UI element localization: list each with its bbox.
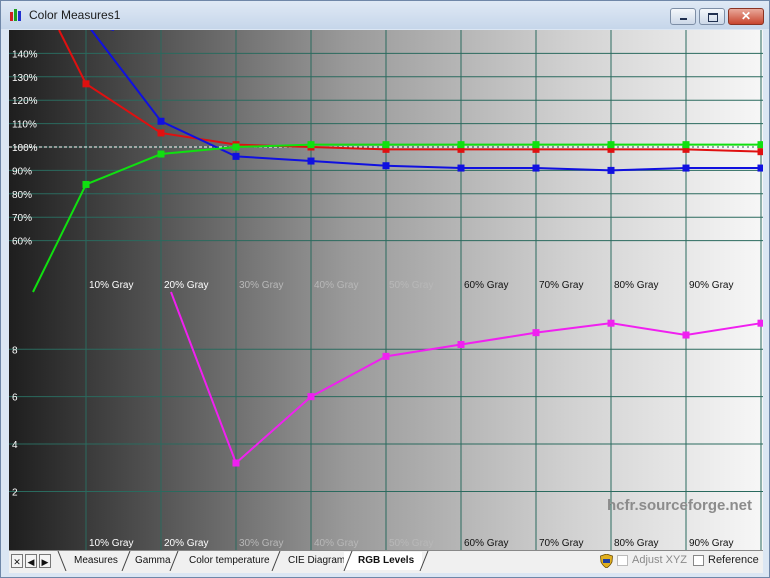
data-point [307, 157, 315, 165]
reference-checkbox[interactable] [693, 555, 704, 566]
chart-svg: 140% 130% 120% 110% 100% 90% 80% 70% 60% 10% Gray… [9, 30, 763, 550]
data-point [757, 148, 763, 156]
data-point [232, 459, 240, 467]
x-tick-label: 20% Gray [164, 280, 208, 291]
x-tick-label: 20% Gray [164, 538, 208, 549]
adjust-xyz-checkbox[interactable] [617, 555, 628, 566]
data-point [682, 331, 690, 339]
y-tick-label: 110% [12, 120, 37, 131]
tab-separator [343, 551, 353, 571]
reference-label: Reference [708, 554, 759, 566]
series-line [170, 291, 762, 465]
tab-measures[interactable]: Measures [60, 552, 118, 570]
data-point [757, 141, 763, 149]
x-tick-label: 90% Gray [689, 538, 733, 549]
x-tick-label: 50% Gray [389, 538, 433, 549]
y-tick-label: 2 [12, 487, 18, 498]
x-tick-label: 30% Gray [239, 280, 283, 291]
y-tick-label: 90% [12, 166, 32, 177]
data-point [82, 180, 90, 188]
data-point [757, 319, 763, 327]
data-point [232, 143, 240, 151]
data-point [757, 164, 763, 172]
data-point [307, 141, 315, 149]
watermark: hcfr.sourceforge.net [607, 497, 752, 514]
x-tick-label: 70% Gray [539, 538, 583, 549]
y-tick-label: 100% [12, 143, 38, 154]
data-point [307, 393, 315, 401]
close-icon: ✕ [740, 9, 752, 23]
rgb-levels-chart: 140% 130% 120% 110% 100% 90% 80% 70% 60% 10% Gray… [9, 30, 763, 550]
minimize-button[interactable] [670, 8, 696, 25]
tab-color-temperature[interactable]: Color temperature [175, 552, 270, 570]
x-tick-label: 50% Gray [389, 280, 433, 291]
data-point [82, 80, 90, 88]
data-point [382, 352, 390, 360]
x-tick-label: 80% Gray [614, 538, 658, 549]
maximize-button[interactable] [699, 8, 725, 25]
tab-separator [271, 551, 281, 571]
window-title: Color Measures1 [29, 8, 121, 22]
tab-separator [169, 551, 179, 571]
y-tick-label: 6 [12, 393, 18, 404]
tab-separator [121, 551, 131, 571]
data-point [457, 141, 465, 149]
x-tick-label: 10% Gray [89, 280, 133, 291]
data-point [607, 319, 615, 327]
x-tick-label: 60% Gray [464, 538, 508, 549]
data-point [532, 164, 540, 172]
data-point [682, 141, 690, 149]
adjust-xyz-label: Adjust XYZ [632, 554, 688, 566]
data-point [532, 141, 540, 149]
x-tick-label: 40% Gray [314, 538, 358, 549]
data-point [157, 129, 165, 137]
data-point [682, 164, 690, 172]
tab-rgb-levels[interactable]: RGB Levels [344, 552, 423, 570]
tab-separator [57, 551, 67, 571]
x-tick-label: 10% Gray [89, 538, 133, 549]
data-point [232, 152, 240, 160]
data-point [607, 166, 615, 174]
y-tick-label: 4 [12, 440, 18, 451]
data-point [382, 141, 390, 149]
close-button[interactable]: ✕ [728, 8, 764, 25]
tab-cie-diagram[interactable]: CIE Diagram [274, 552, 345, 570]
nav-prev-button[interactable]: ◀ [25, 554, 37, 568]
nav-next-button[interactable]: ▶ [39, 554, 51, 568]
tab-separator [419, 551, 429, 571]
x-tick-label: 40% Gray [314, 280, 358, 291]
data-point [157, 117, 165, 125]
x-tick-label: 30% Gray [239, 538, 283, 549]
maximize-icon [708, 13, 718, 22]
y-tick-label: 8 [12, 345, 18, 356]
x-tick-label: 60% Gray [464, 280, 508, 291]
app-window: Color Measures1 ✕ 140% 130% 120% 110% 100% 90… [0, 0, 770, 578]
y-tick-label: 140% [12, 49, 38, 60]
data-point [157, 150, 165, 158]
x-tick-label: 90% Gray [689, 280, 733, 291]
y-tick-label: 120% [12, 96, 38, 107]
y-tick-label: 70% [12, 213, 32, 224]
data-point [532, 329, 540, 337]
y-tick-label: 130% [12, 73, 38, 84]
data-point [382, 162, 390, 170]
y-tick-label: 80% [12, 190, 32, 201]
data-point [457, 341, 465, 349]
y-tick-label: 60% [12, 237, 32, 248]
x-tick-label: 70% Gray [539, 280, 583, 291]
minimize-icon [680, 18, 687, 20]
nav-first-button[interactable]: ✕ [11, 554, 23, 568]
title-bar[interactable]: Color Measures1 ✕ [1, 1, 769, 29]
x-tick-label: 80% Gray [614, 280, 658, 291]
data-point [607, 141, 615, 149]
bar-chart-icon [10, 9, 24, 21]
tab-bar: ✕ ◀ ▶ Measures Gamma Color temperature C… [9, 550, 763, 573]
shield-icon [600, 554, 613, 568]
data-point [457, 164, 465, 172]
